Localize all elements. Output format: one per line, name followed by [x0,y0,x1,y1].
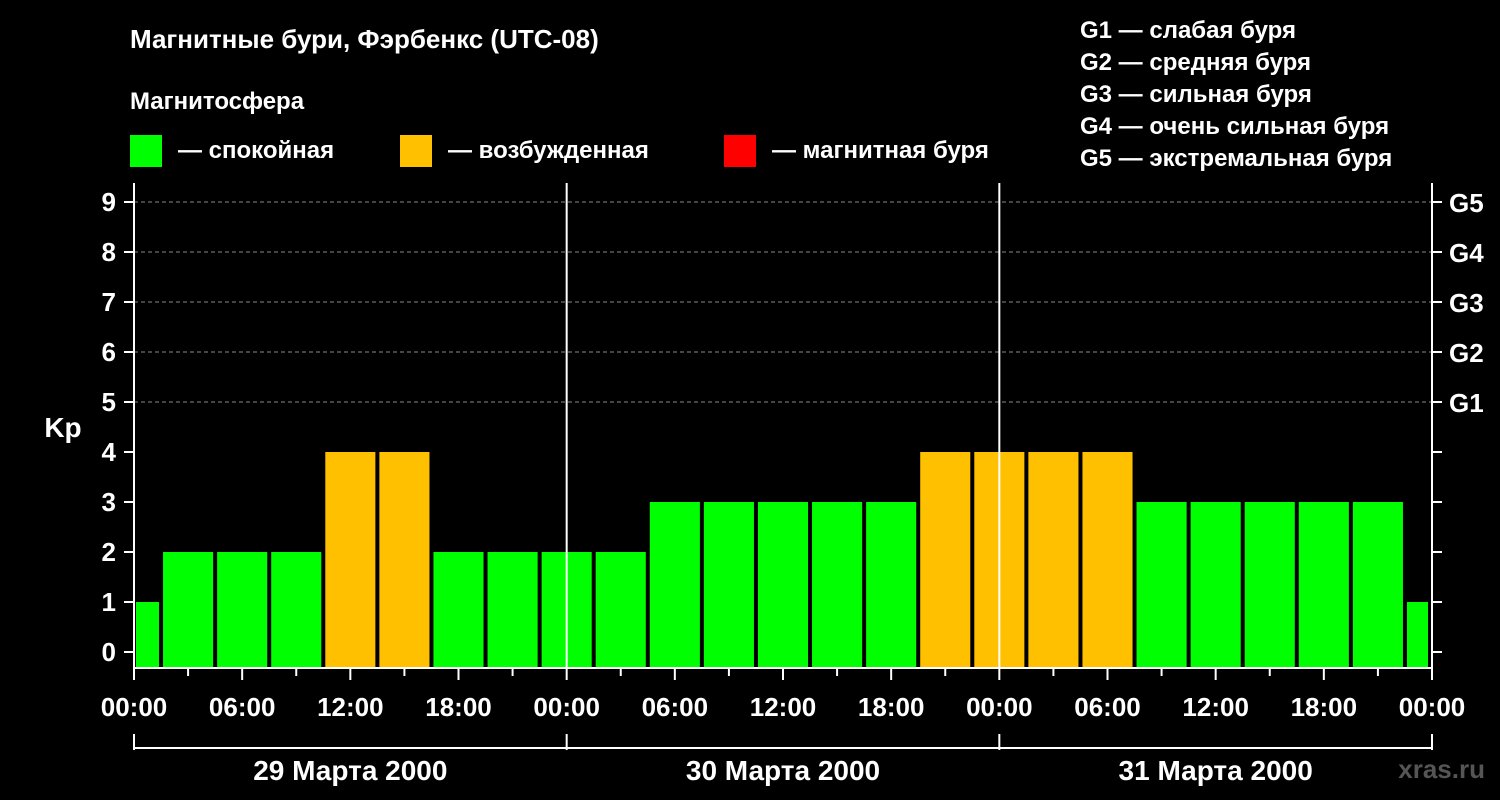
x-tick-label: 18:00 [425,692,492,722]
x-tick-label: 06:00 [642,692,709,722]
kp-bar [703,502,754,668]
kp-bar [325,452,376,668]
kp-bar [136,602,160,668]
y-tick-label: 0 [102,637,116,667]
day-label: 31 Марта 2000 [1119,755,1313,786]
kp-bar [433,552,484,668]
kp-bar [812,502,863,668]
x-tick-label: 12:00 [750,692,817,722]
kp-bar [649,502,700,668]
y-tick-label: 9 [102,187,116,217]
x-tick-label: 18:00 [858,692,925,722]
legend-label-unsettled: — возбужденная [448,137,649,164]
x-tick-label: 00:00 [101,692,168,722]
kp-bar [757,502,809,668]
right-axis-label: G3 [1449,288,1484,318]
kp-bar [1028,452,1079,668]
y-tick-label: 5 [102,387,116,417]
y-tick-label: 1 [102,587,116,617]
grid-lines [134,201,1432,403]
x-tick-label: 00:00 [966,692,1033,722]
legend-swatch-quiet [130,135,162,167]
kp-bar [379,452,430,668]
bars [136,452,1428,668]
right-axis-label: G4 [1449,238,1484,268]
y-tick-label: 6 [102,337,116,367]
magnetosphere-label: Магнитосфера [130,88,305,115]
x-tick-label: 06:00 [209,692,276,722]
kp-bar [217,552,268,668]
kp-bar [1190,502,1241,668]
x-tick-label: 00:00 [533,692,600,722]
storm-level-g3: G3 — сильная буря [1080,81,1312,108]
x-tick-label: 00:00 [1399,692,1466,722]
legend-label-quiet: — спокойная [178,137,334,164]
y-tick-label: 3 [102,487,116,517]
kp-bar [1082,452,1133,668]
y-tick-label: 7 [102,287,116,317]
x-tick-label: 12:00 [317,692,384,722]
kp-bar [1352,502,1403,668]
storm-level-g2: G2 — средняя буря [1080,49,1311,76]
y-tick-label: 4 [102,437,117,467]
legend-label-storm: — магнитная буря [772,137,989,164]
right-axis-label: G1 [1449,388,1484,418]
chart-title: Магнитные бури, Фэрбенкс (UTC-08) [130,24,599,54]
storm-level-g1: G1 — слабая буря [1080,17,1296,44]
x-tick-label: 12:00 [1182,692,1249,722]
legend-swatch-storm [724,135,756,167]
kp-bar [1136,502,1187,668]
right-axis-label: G2 [1449,338,1484,368]
kp-bar [163,552,214,668]
tick-labels: 0 1 2 3 4 5 6 7 8 9 G1 G2 G3 G4 G5 00:00 06:00 12:00 18:00… [101,187,1484,786]
y-tick-label: 8 [102,237,116,267]
kp-bar [866,502,917,668]
y-axis-label: Kp [44,412,81,443]
kp-bar [920,452,971,668]
storm-level-g5: G5 — экстремальная буря [1080,145,1392,172]
kp-bar [1298,502,1349,668]
kp-bar [595,552,646,668]
x-tick-label: 06:00 [1074,692,1141,722]
y-tick-label: 2 [102,537,116,567]
kp-bar [487,552,538,668]
day-label: 29 Марта 2000 [253,755,447,786]
kp-bar [1406,602,1428,668]
storm-level-g4: G4 — очень сильная буря [1080,113,1389,140]
legend-swatch-unsettled [400,135,432,167]
day-label: 30 Марта 2000 [686,755,880,786]
kp-chart: Магнитные бури, Фэрбенкс (UTC-08) Магнит… [44,17,1485,786]
watermark: xras.ru [1398,754,1485,784]
kp-bar [271,552,322,668]
right-axis-label: G5 [1449,188,1484,218]
kp-bar [1244,502,1295,668]
x-tick-label: 18:00 [1291,692,1358,722]
